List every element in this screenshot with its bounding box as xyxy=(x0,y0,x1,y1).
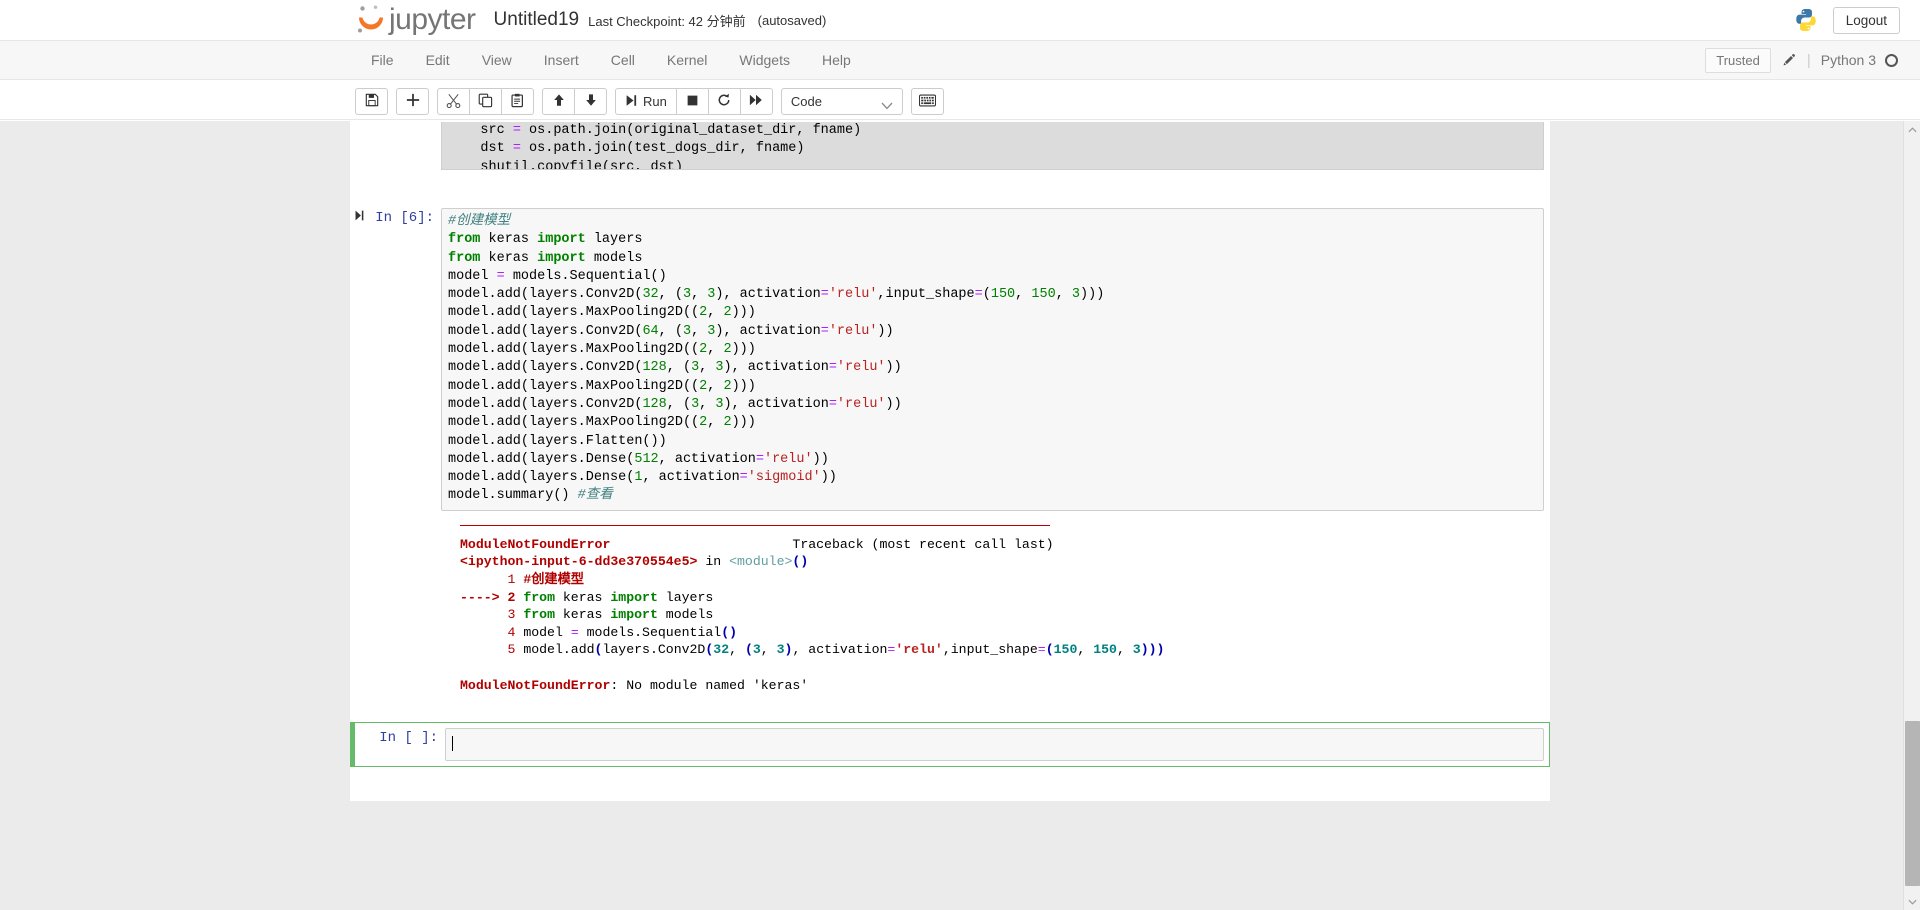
page-header: jupyter Untitled19 Last Checkpoint: 42 分… xyxy=(0,0,1920,41)
menu-item-kernel[interactable]: Kernel xyxy=(651,43,723,77)
fast-forward-icon xyxy=(749,93,763,110)
kernel-name-label: Python 3 xyxy=(1820,52,1876,68)
menu-item-widgets[interactable]: Widgets xyxy=(723,43,806,77)
cell-gap xyxy=(350,176,1550,202)
menu-item-help[interactable]: Help xyxy=(806,43,867,77)
arrow-up-icon xyxy=(552,93,566,110)
kernel-idle-circle-icon[interactable] xyxy=(1885,53,1898,67)
play-step-icon xyxy=(355,210,371,225)
text-caret xyxy=(452,736,453,752)
scissors-icon xyxy=(446,93,461,111)
cut-button[interactable] xyxy=(437,88,470,115)
cell-6-output-area: ModuleNotFoundError Traceback (most rece… xyxy=(350,517,1550,700)
pencil-icon[interactable] xyxy=(1771,53,1807,67)
copy-icon xyxy=(478,93,493,111)
code-cell-6[interactable]: In [6]: #创建模型 from keras import layers f… xyxy=(350,202,1550,517)
notebook-bottom-pad xyxy=(350,767,1550,797)
empty-cell-prompt: In [ ]: xyxy=(379,730,438,747)
previous-cell-code[interactable]: src = os.path.join(original_dataset_dir,… xyxy=(441,122,1544,170)
menu-item-file[interactable]: File xyxy=(355,43,410,77)
python-logo-icon xyxy=(1793,7,1819,33)
run-button-label: Run xyxy=(643,94,667,109)
previous-cell-tail[interactable]: src = os.path.join(original_dataset_dir,… xyxy=(350,121,1550,176)
insert-cell-below-button[interactable] xyxy=(396,88,429,115)
plus-icon xyxy=(406,93,420,110)
autosaved-label: (autosaved) xyxy=(757,12,827,28)
restart-and-run-all-button[interactable] xyxy=(739,88,773,115)
menu-item-edit[interactable]: Edit xyxy=(410,43,466,77)
restart-kernel-button[interactable] xyxy=(707,88,741,115)
final-error-type: ModuleNotFoundError xyxy=(460,677,611,693)
notebook-scroll-area[interactable]: src = os.path.join(original_dataset_dir,… xyxy=(0,121,1920,910)
run-button[interactable]: Run xyxy=(615,88,677,115)
cell-6-prompt-label: In [6]: xyxy=(375,210,434,226)
notebook-title[interactable]: Untitled19 xyxy=(494,9,580,31)
jupyter-logo-icon xyxy=(355,3,387,37)
cell-type-select[interactable]: Code Markdown Raw NBConvert Heading xyxy=(780,88,903,115)
menu-item-cell[interactable]: Cell xyxy=(595,43,651,77)
paste-icon xyxy=(510,93,525,111)
run-step-icon xyxy=(625,94,638,110)
error-type-label: ModuleNotFoundError xyxy=(460,536,611,552)
stop-square-icon xyxy=(686,94,699,110)
move-cell-up-button[interactable] xyxy=(542,88,575,115)
empty-cell-editor[interactable] xyxy=(445,728,1544,762)
vertical-scroll-thumb[interactable] xyxy=(1905,721,1920,886)
jupyter-wordmark: jupyter xyxy=(389,3,476,36)
traceback-frame-file: <ipython-input-6-dd3e370554e5> xyxy=(460,554,698,570)
final-error-message: : No module named 'keras' xyxy=(610,677,809,693)
output-prompt xyxy=(350,521,440,694)
save-button[interactable] xyxy=(355,88,388,115)
traceback-frame-in: in xyxy=(705,554,722,570)
jupyter-logo[interactable]: jupyter xyxy=(355,3,476,37)
traceback-frame-scope: <module> xyxy=(729,554,793,570)
restart-circular-arrow-icon xyxy=(717,93,731,110)
code-line: src = os.path.join(original_dataset_dir,… xyxy=(448,123,862,170)
cell-6-prompt: In [6]: xyxy=(351,208,441,511)
traceback-frame-parens: () xyxy=(792,554,809,570)
previous-cell-prompt xyxy=(351,122,441,170)
move-cell-down-button[interactable] xyxy=(574,88,607,115)
menu-bar: File Edit View Insert Cell Kernel Widget… xyxy=(0,41,1920,80)
last-checkpoint-label: Last Checkpoint: 42 分钟前 xyxy=(588,13,746,29)
trusted-badge[interactable]: Trusted xyxy=(1705,47,1771,73)
error-traceback: ModuleNotFoundError Traceback (most rece… xyxy=(440,521,1545,694)
menu-item-view[interactable]: View xyxy=(466,43,528,77)
command-palette-button[interactable] xyxy=(910,88,944,115)
cell-6-code-editor[interactable]: #创建模型 from keras import layers from kera… xyxy=(441,208,1544,511)
notebook-container: src = os.path.join(original_dataset_dir,… xyxy=(350,121,1550,801)
notebook-toolbar: Run Code xyxy=(0,80,1920,120)
cell-gap-2 xyxy=(350,700,1550,722)
scroll-up-arrow-icon[interactable] xyxy=(1904,121,1920,138)
copy-button[interactable] xyxy=(469,88,502,115)
empty-code-cell[interactable]: In [ ]: xyxy=(350,722,1550,768)
menu-item-insert[interactable]: Insert xyxy=(528,43,595,77)
scroll-down-arrow-icon[interactable] xyxy=(1904,893,1920,910)
arrow-down-icon xyxy=(584,93,598,110)
traceback-header: Traceback (most recent call last) xyxy=(792,536,1054,552)
paste-button[interactable] xyxy=(501,88,534,115)
traceback-separator xyxy=(460,524,1050,526)
interrupt-kernel-button[interactable] xyxy=(675,88,709,115)
keyboard-icon xyxy=(918,94,936,110)
save-floppy-icon xyxy=(365,93,379,110)
vertical-scrollbar[interactable] xyxy=(1903,121,1920,910)
logout-button[interactable]: Logout xyxy=(1832,6,1900,34)
